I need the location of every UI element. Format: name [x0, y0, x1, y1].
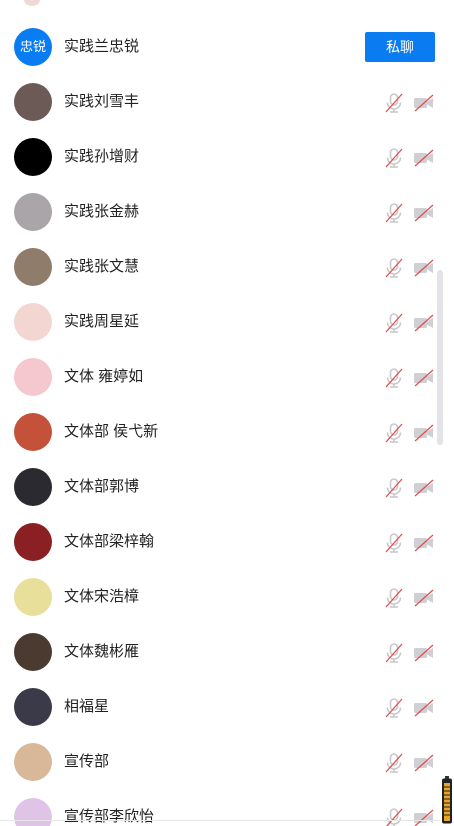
member-name: 相福星 — [64, 698, 110, 715]
mic-muted-icon[interactable] — [383, 92, 405, 114]
camera-off-icon[interactable] — [412, 532, 436, 554]
mic-muted-icon[interactable] — [383, 532, 405, 554]
member-row[interactable]: 文体部梁梓翰 — [0, 514, 440, 569]
member-list[interactable]: 忠锐 实践兰忠锐 私聊实践刘雪丰实践孙增财实践张金赫实践张文慧实践周星延文体 雍婷如… — [0, 0, 454, 826]
member-name: 文体部郭博 — [64, 478, 140, 495]
member-row[interactable]: 文体部 侯弋新 — [0, 404, 440, 459]
member-name: 实践张文慧 — [64, 258, 140, 275]
member-row[interactable]: 忠锐 实践兰忠锐 私聊 — [0, 19, 440, 74]
battery-icon — [442, 776, 452, 824]
camera-off-icon[interactable] — [412, 587, 436, 609]
avatar — [14, 413, 52, 451]
member-name: 宣传部 — [64, 753, 110, 770]
mic-muted-icon[interactable] — [383, 367, 405, 389]
member-row[interactable]: 实践张文慧 — [0, 239, 440, 294]
avatar — [14, 468, 52, 506]
member-row[interactable]: 相福星 — [0, 679, 440, 734]
member-name: 实践刘雪丰 — [64, 93, 140, 110]
member-name: 实践兰忠锐 — [64, 38, 140, 55]
private-chat-button[interactable]: 私聊 — [365, 32, 435, 62]
member-name: 文体魏彬雁 — [64, 643, 140, 660]
partial-avatar — [24, 0, 40, 6]
camera-off-icon[interactable] — [412, 147, 436, 169]
camera-off-icon[interactable] — [412, 312, 436, 334]
camera-off-icon[interactable] — [412, 367, 436, 389]
avatar — [14, 523, 52, 561]
mic-muted-icon[interactable] — [383, 642, 405, 664]
member-name: 实践孙增财 — [64, 148, 140, 165]
member-row[interactable]: 实践张金赫 — [0, 184, 440, 239]
camera-off-icon[interactable] — [412, 477, 436, 499]
avatar — [14, 578, 52, 616]
mic-muted-icon[interactable] — [383, 202, 405, 224]
camera-off-icon[interactable] — [412, 202, 436, 224]
mic-muted-icon[interactable] — [383, 697, 405, 719]
avatar — [14, 358, 52, 396]
avatar — [14, 303, 52, 341]
mic-muted-icon[interactable] — [383, 752, 405, 774]
camera-off-icon[interactable] — [412, 752, 436, 774]
camera-off-icon[interactable] — [412, 642, 436, 664]
member-name: 文体部梁梓翰 — [64, 533, 155, 550]
member-row[interactable]: 文体部郭博 — [0, 459, 440, 514]
avatar — [14, 743, 52, 781]
member-name: 文体 雍婷如 — [64, 368, 144, 385]
divider — [0, 820, 440, 821]
member-row[interactable]: 实践周星延 — [0, 294, 440, 349]
camera-off-icon[interactable] — [412, 257, 436, 279]
member-name: 文体宋浩樟 — [64, 588, 140, 605]
avatar: 忠锐 — [14, 28, 52, 66]
mic-muted-icon[interactable] — [383, 147, 405, 169]
mic-muted-icon[interactable] — [383, 587, 405, 609]
avatar — [14, 688, 52, 726]
mic-muted-icon[interactable] — [383, 477, 405, 499]
camera-off-icon[interactable] — [412, 92, 436, 114]
avatar — [14, 83, 52, 121]
camera-off-icon[interactable] — [412, 807, 436, 826]
camera-off-icon[interactable] — [412, 422, 436, 444]
member-row[interactable]: 文体宋浩樟 — [0, 569, 440, 624]
member-row[interactable]: 宣传部 — [0, 734, 440, 789]
member-name: 实践张金赫 — [64, 203, 140, 220]
avatar — [14, 633, 52, 671]
mic-muted-icon[interactable] — [383, 257, 405, 279]
member-name: 实践周星延 — [64, 313, 140, 330]
avatar — [14, 798, 52, 826]
avatar — [14, 138, 52, 176]
scrollbar[interactable] — [437, 270, 443, 445]
mic-muted-icon[interactable] — [383, 422, 405, 444]
member-name: 文体部 侯弋新 — [64, 423, 159, 440]
mic-muted-icon[interactable] — [383, 807, 405, 826]
avatar — [14, 248, 52, 286]
member-row[interactable]: 文体魏彬雁 — [0, 624, 440, 679]
mic-muted-icon[interactable] — [383, 312, 405, 334]
member-row[interactable]: 实践孙增财 — [0, 129, 440, 184]
member-row[interactable]: 实践刘雪丰 — [0, 74, 440, 129]
camera-off-icon[interactable] — [412, 697, 436, 719]
avatar — [14, 193, 52, 231]
member-row[interactable]: 文体 雍婷如 — [0, 349, 440, 404]
